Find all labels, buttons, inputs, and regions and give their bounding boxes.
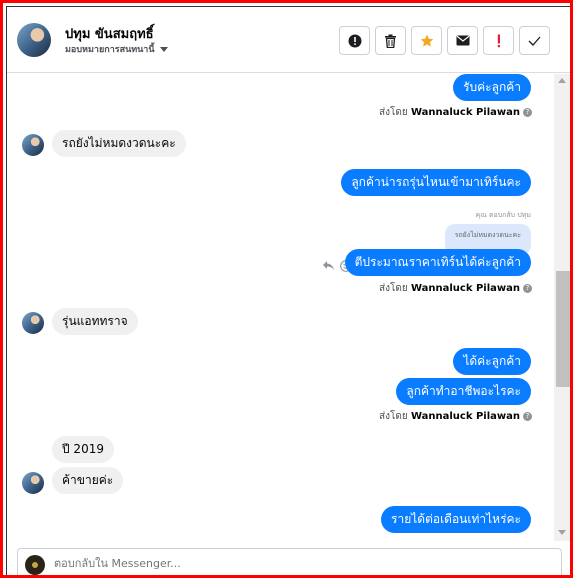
outgoing-message[interactable]: ลูกค้าน่ารถรุ่นไหนเข้ามาเทิร์นคะ [341, 169, 531, 196]
reply-icon[interactable] [322, 260, 335, 271]
sent-by-prefix: ส่งโดย [379, 283, 408, 294]
outgoing-message[interactable]: รับค่ะลูกค้า [453, 74, 531, 101]
trash-icon [385, 34, 396, 48]
assign-conversation-dropdown[interactable]: มอบหมายการสนทนานี้ [65, 42, 168, 56]
sent-by-label: ส่งโดย Wannaluck Pilawan? [379, 105, 532, 120]
scroll-up-arrow-icon[interactable] [558, 78, 566, 83]
star-button[interactable] [411, 26, 442, 55]
incoming-message[interactable]: รถยังไม่หมดงวดนะคะ [52, 130, 186, 157]
help-icon[interactable]: ? [523, 411, 532, 421]
message-thread[interactable]: รับค่ะลูกค้า ส่งโดย Wannaluck Pilawan? ร… [7, 74, 554, 541]
mark-unread-button[interactable] [447, 26, 478, 55]
star-icon [420, 34, 433, 47]
assign-label: มอบหมายการสนทนานี้ [65, 45, 155, 55]
mark-done-button[interactable] [519, 26, 550, 55]
contact-avatar[interactable] [17, 23, 51, 57]
reply-composer[interactable] [17, 548, 562, 575]
scroll-down-arrow-icon[interactable] [558, 530, 566, 535]
sender-name: Wannaluck Pilawan [410, 411, 520, 422]
exclamation-icon [497, 34, 500, 47]
incoming-message[interactable]: รุ่นแอททราจ [52, 308, 138, 335]
outgoing-message[interactable]: ลูกค้าทำอาชีพอะไรคะ [396, 378, 531, 405]
scrollbar-thumb[interactable] [556, 271, 570, 387]
checkmark-icon [528, 36, 541, 46]
sent-by-prefix: ส่งโดย [379, 107, 408, 118]
follow-up-button[interactable] [483, 26, 514, 55]
reply-note-prefix: คุณ [475, 211, 487, 219]
conversation-header: ปทุม ขันสมฤทธิ์ มอบหมายการสนทนานี้ [7, 7, 570, 73]
outgoing-message[interactable]: ตีประมาณราคาเทิร์นได้ค่ะลูกค้า [344, 249, 531, 276]
sent-by-prefix: ส่งโดย [379, 411, 408, 422]
reply-note: คุณ ตอบกลับ ปทุม [476, 210, 531, 221]
incoming-message[interactable]: ปี 2019 [52, 436, 114, 463]
page-avatar [25, 555, 45, 575]
reply-note-text: ตอบกลับ ปทุม [488, 211, 531, 219]
help-icon[interactable]: ? [523, 283, 532, 293]
outgoing-message[interactable]: รายได้ต่อเดือนเท่าไหร่คะ [381, 506, 531, 533]
delete-button[interactable] [375, 26, 406, 55]
sender-name: Wannaluck Pilawan [410, 107, 520, 118]
contact-avatar-small [22, 472, 44, 494]
help-icon[interactable]: ? [523, 107, 532, 117]
contact-avatar-small [22, 134, 44, 156]
sent-by-label: ส่งโดย Wannaluck Pilawan? [379, 409, 532, 424]
sender-name: Wannaluck Pilawan [410, 283, 520, 294]
incoming-message[interactable]: ค้าขายค่ะ [52, 467, 124, 494]
caret-down-icon [159, 47, 168, 52]
app-frame: ปทุม ขันสมฤทธิ์ มอบหมายการสนทนานี้ รับค่… [0, 0, 573, 578]
conversation-toolbar [339, 26, 550, 55]
mark-spam-button[interactable] [339, 26, 370, 55]
envelope-icon [456, 35, 469, 46]
alert-circle-icon [348, 34, 361, 47]
sent-by-label: ส่งโดย Wannaluck Pilawan? [379, 281, 532, 296]
outgoing-message[interactable]: ได้ค่ะลูกค้า [453, 348, 531, 375]
reply-input[interactable] [54, 557, 534, 570]
contact-avatar-small [22, 312, 44, 334]
contact-name[interactable]: ปทุม ขันสมฤทธิ์ [65, 23, 154, 44]
